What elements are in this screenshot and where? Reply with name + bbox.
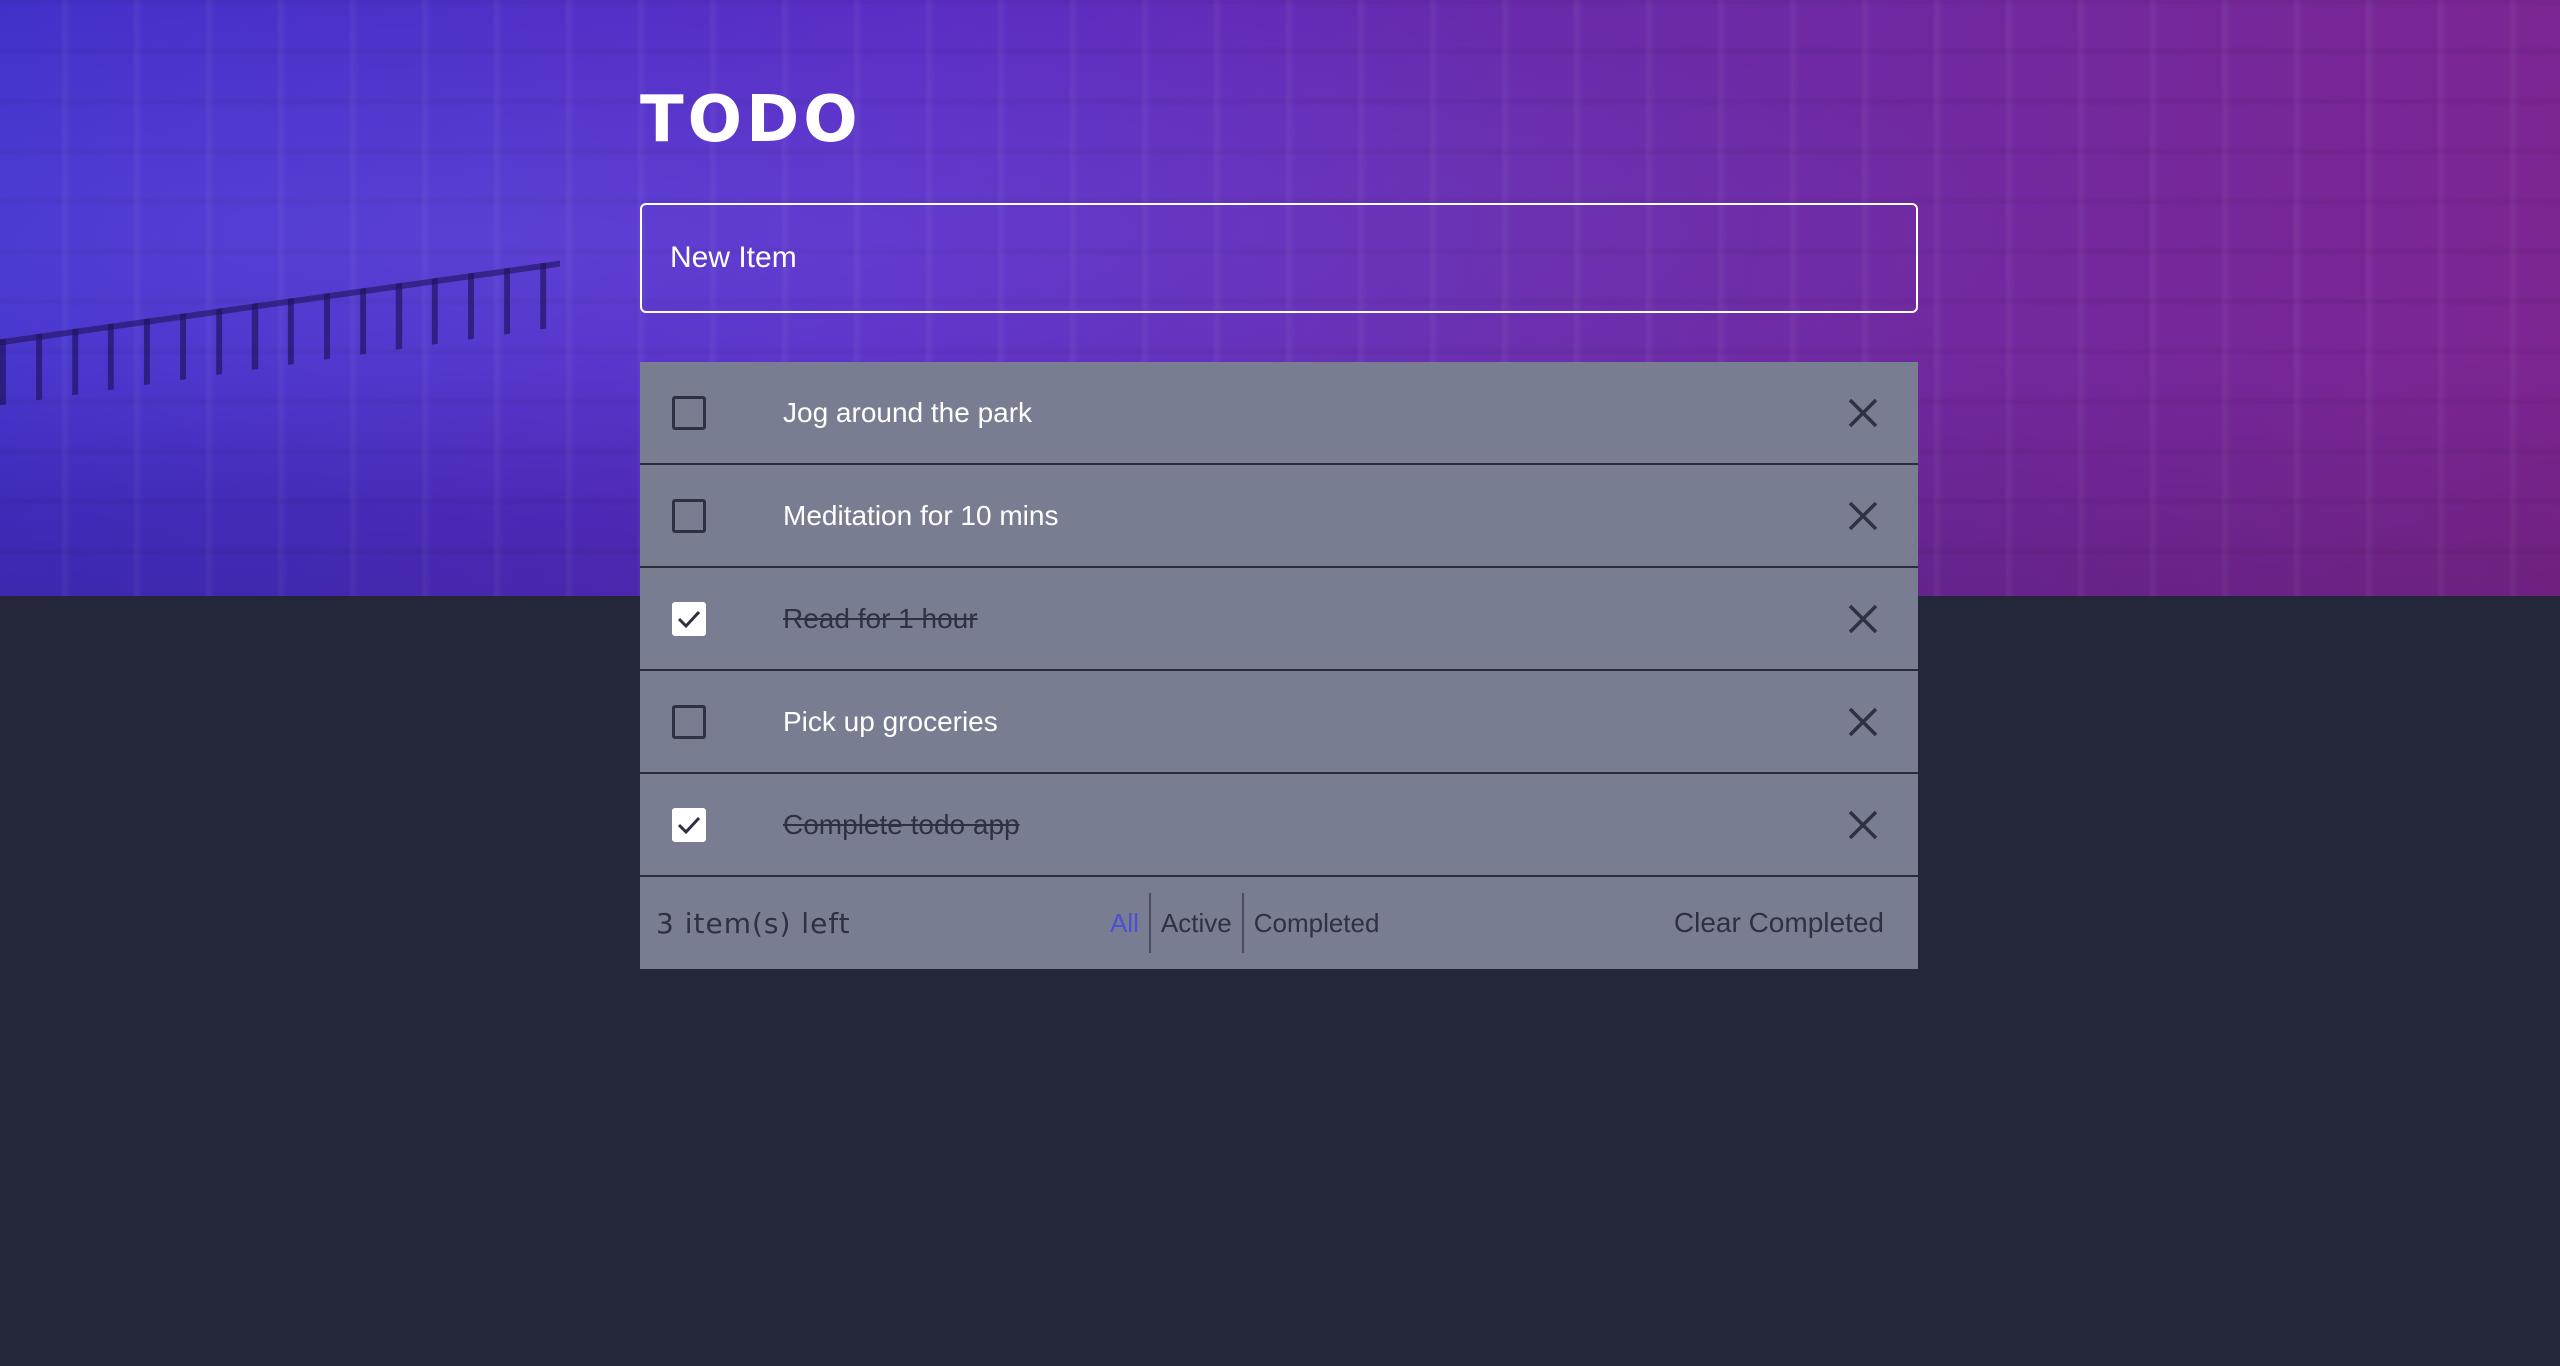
close-icon[interactable] — [1846, 602, 1880, 636]
close-icon[interactable] — [1846, 808, 1880, 842]
checkmark-icon — [677, 816, 701, 834]
todo-label[interactable]: Read for 1 hour — [783, 603, 978, 635]
filter-completed[interactable]: Completed — [1244, 893, 1390, 953]
checkmark-icon — [677, 610, 701, 628]
close-icon[interactable] — [1846, 705, 1880, 739]
checkbox-icon[interactable] — [672, 704, 706, 739]
checkbox-icon[interactable] — [672, 601, 706, 636]
checkbox-icon[interactable] — [672, 395, 706, 430]
filter-group: All Active Completed — [1100, 893, 1389, 953]
checkbox-icon[interactable] — [672, 807, 706, 842]
filter-all[interactable]: All — [1100, 893, 1149, 953]
items-left-count: 3 item(s) left — [656, 906, 851, 940]
todo-list: Jog around the park Meditation for 10 mi… — [640, 362, 1918, 969]
close-icon[interactable] — [1846, 499, 1880, 533]
todo-item: Read for 1 hour — [640, 568, 1918, 671]
todo-label[interactable]: Complete todo app — [783, 809, 1020, 841]
filter-active[interactable]: Active — [1151, 893, 1242, 953]
todo-item: Jog around the park — [640, 362, 1918, 465]
todo-label[interactable]: Meditation for 10 mins — [783, 500, 1058, 532]
checkbox-icon[interactable] — [672, 498, 706, 533]
new-item-input[interactable] — [668, 240, 1916, 276]
todo-item: Pick up groceries — [640, 671, 1918, 774]
todo-item: Meditation for 10 mins — [640, 465, 1918, 568]
todo-footer: 3 item(s) left All Active Completed Clea… — [640, 877, 1918, 969]
todo-label[interactable]: Pick up groceries — [783, 706, 998, 738]
todo-item: Complete todo app — [640, 774, 1918, 877]
close-icon[interactable] — [1846, 396, 1880, 430]
todo-label[interactable]: Jog around the park — [783, 397, 1032, 429]
clear-completed-button[interactable]: Clear Completed — [1674, 907, 1884, 939]
new-item-field[interactable] — [640, 203, 1918, 313]
page-title: TODO — [640, 83, 862, 157]
